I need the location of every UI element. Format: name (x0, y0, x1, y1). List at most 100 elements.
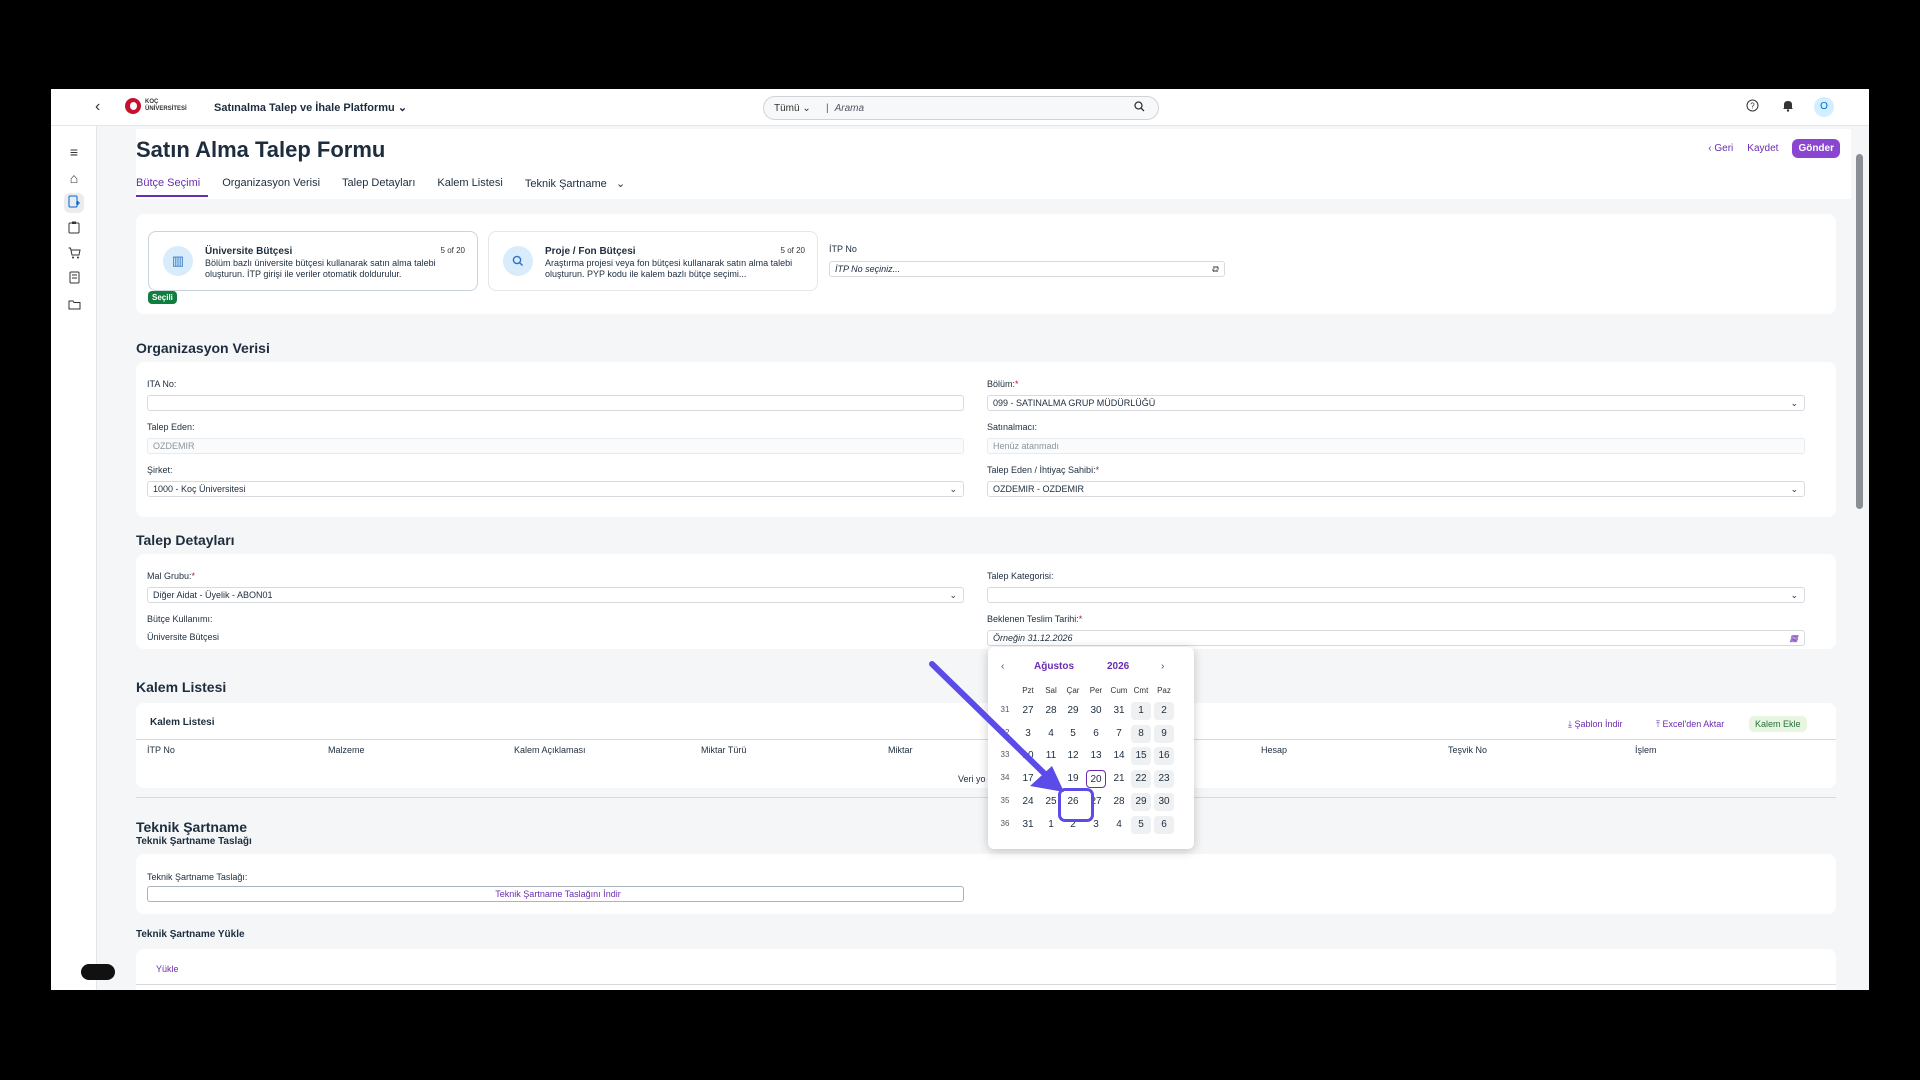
tab-kalem-listesi[interactable]: Kalem Listesi (437, 177, 510, 197)
calendar-day[interactable]: 19 (1063, 770, 1083, 788)
itp-no-field[interactable]: İTP No seçiniz... ⧉ (829, 261, 1225, 277)
calendar-day[interactable]: 4 (1109, 816, 1129, 834)
calendar-day[interactable]: 20 (1086, 770, 1106, 789)
calendar-day[interactable]: 11 (1041, 747, 1061, 765)
calendar-day[interactable]: 21 (1109, 770, 1129, 788)
weekday-header: Cum (1110, 686, 1128, 695)
tab-butce-secimi[interactable]: Bütçe Seçimi (136, 177, 209, 197)
menu-icon[interactable]: ≡ (64, 142, 84, 162)
search-scope-select[interactable]: Tümü ⌄ (764, 103, 822, 114)
calendar-day[interactable]: 29 (1063, 702, 1083, 720)
calendar-day[interactable]: 28 (1041, 702, 1061, 720)
calendar-day[interactable]: 27 (1018, 702, 1038, 720)
project-budget-option[interactable]: Proje / Fon Bütçesi 5 of 20 Araştırma pr… (488, 231, 818, 291)
back-chevron-icon[interactable]: ‹ (95, 98, 100, 116)
save-button[interactable]: Kaydet (1747, 143, 1778, 154)
mal-grubu-select[interactable]: Diğer Aidat - Üyelik - ABON01 ⌄ (147, 587, 964, 603)
week-number: 31 (1000, 705, 1010, 714)
kalem-ekle-button[interactable]: Kalem Ekle (1749, 716, 1807, 732)
calendar-day[interactable]: 16 (1154, 747, 1174, 766)
search-icon[interactable] (1134, 101, 1158, 115)
calendar-day[interactable]: 7 (1109, 725, 1129, 743)
home-icon[interactable]: ⌂ (64, 168, 84, 188)
back-button[interactable]: ‹ Geri (1708, 143, 1733, 154)
month-selector[interactable]: Ağustos (1034, 661, 1074, 672)
new-request-icon[interactable] (64, 193, 84, 213)
year-selector[interactable]: 2026 (1107, 661, 1129, 672)
talep-kategorisi-select[interactable]: ⌄ (987, 587, 1805, 603)
assistant-logo[interactable] (81, 964, 115, 980)
cart-icon[interactable] (64, 244, 84, 264)
ita-no-input[interactable] (147, 395, 964, 411)
excel-import-button[interactable]: ⤒ Excel'den Aktar (1656, 719, 1724, 730)
calendar-icon[interactable]: ▦ (1789, 631, 1798, 645)
avatar[interactable]: O (1814, 97, 1834, 117)
bolum-select[interactable]: 099 - SATINALMA GRUP MÜDÜRLÜĞÜ ⌄ (987, 395, 1805, 411)
value-help-icon[interactable]: ⧉ (1212, 262, 1218, 276)
calendar-day[interactable]: 31 (1109, 702, 1129, 720)
documents-icon[interactable] (64, 269, 84, 289)
calendar-day[interactable]: 30 (1086, 702, 1106, 720)
tab-talep-detaylari[interactable]: Talep Detayları (342, 177, 423, 197)
calendar-day[interactable]: 24 (1018, 793, 1038, 811)
clipboard-icon[interactable] (64, 219, 84, 239)
calendar-day[interactable]: 5 (1131, 815, 1151, 834)
calendar-day[interactable]: 1 (1131, 702, 1151, 720)
sirket-select[interactable]: 1000 - Koç Üniversitesi ⌄ (147, 481, 964, 497)
teslim-tarihi-input[interactable]: Örneğin 31.12.2026 ▦ (987, 630, 1805, 646)
calendar-day[interactable]: 2 (1154, 702, 1174, 720)
calendar-day[interactable]: 30 (1154, 792, 1174, 811)
search-input[interactable]: Arama (835, 103, 1134, 114)
next-month-icon[interactable]: › (1161, 661, 1164, 672)
calendar-day[interactable]: 14 (1109, 747, 1129, 765)
calendar-day[interactable]: 4 (1041, 725, 1061, 743)
satinalmaci-label: Satınalmacı: (987, 422, 1038, 432)
university-budget-count: 5 of 20 (440, 246, 465, 255)
calendar-day[interactable]: 8 (1131, 724, 1151, 743)
calendar-day[interactable]: 9 (1154, 724, 1174, 743)
calendar-day[interactable]: 22 (1131, 770, 1151, 789)
calendar-day[interactable]: 10 (1018, 747, 1038, 765)
calendar-day[interactable]: 17 (1018, 770, 1038, 788)
previous-month-icon[interactable]: ‹ (1001, 661, 1004, 672)
calendar-day[interactable]: 23 (1154, 770, 1174, 789)
calendar-day[interactable]: 6 (1086, 725, 1106, 743)
side-navigation: ≡ ⌂ i (51, 126, 115, 990)
column-tesvik-no: Teşvik No (1448, 745, 1488, 755)
tab-organizasyon-verisi[interactable]: Organizasyon Verisi (222, 177, 328, 197)
platform-title: Satınalma Talep ve İhale Platformu (214, 102, 395, 114)
calendar-day[interactable]: 28 (1109, 793, 1129, 811)
logo-text-line-1: KOÇ (145, 99, 159, 105)
teknik-taslak-download-button[interactable]: Teknik Şartname Taslağını İndir (147, 886, 964, 902)
scrollbar-thumb[interactable] (1856, 154, 1863, 509)
send-button[interactable]: Gönder (1792, 139, 1840, 158)
talep-section-title: Talep Detayları (136, 532, 235, 548)
calendar-day[interactable]: 6 (1154, 815, 1174, 834)
folder-icon[interactable] (64, 295, 84, 315)
calendar-day[interactable]: 18 (1041, 770, 1061, 788)
calendar-day[interactable]: 12 (1063, 747, 1083, 765)
calendar-day[interactable]: 3 (1018, 725, 1038, 743)
selection-highlight (1058, 788, 1094, 822)
search-bar: Tümü ⌄ | Arama (763, 96, 1159, 120)
calendar-day[interactable]: 31 (1018, 816, 1038, 834)
teknik-taslak-card (136, 854, 1836, 914)
help-icon[interactable]: ? (1746, 99, 1759, 115)
bell-icon[interactable] (1782, 99, 1794, 115)
calendar-day[interactable]: 15 (1131, 747, 1151, 766)
sablon-indir-button[interactable]: ⤓ Şablon İndir (1568, 719, 1623, 730)
university-budget-option[interactable]: ▥ Üniversite Bütçesi 5 of 20 Bölüm bazlı… (148, 231, 478, 291)
page-title: Satın Alma Talep Formu (136, 137, 386, 162)
weekday-header: Cmt (1133, 686, 1149, 695)
yukle-tab[interactable]: Yükle (156, 964, 179, 974)
tab-teknik-sartname[interactable]: Teknik Şartname ⌄ (525, 177, 633, 197)
ihtiyac-sahibi-select[interactable]: OZDEMIR - OZDEMIR ⌄ (987, 481, 1805, 497)
calendar-day[interactable]: 29 (1131, 792, 1151, 811)
project-budget-count: 5 of 20 (780, 246, 805, 255)
calendar-day[interactable]: 13 (1086, 747, 1106, 765)
chevron-down-icon: ⌄ (397, 102, 408, 114)
calendar-day[interactable]: 5 (1063, 725, 1083, 743)
page-scrollbar[interactable] (1851, 126, 1869, 990)
koc-logo[interactable]: KOÇ ÜNİVERSİTESİ (125, 98, 187, 114)
platform-switcher[interactable]: Satınalma Talep ve İhale Platformu ⌄ (214, 101, 407, 114)
